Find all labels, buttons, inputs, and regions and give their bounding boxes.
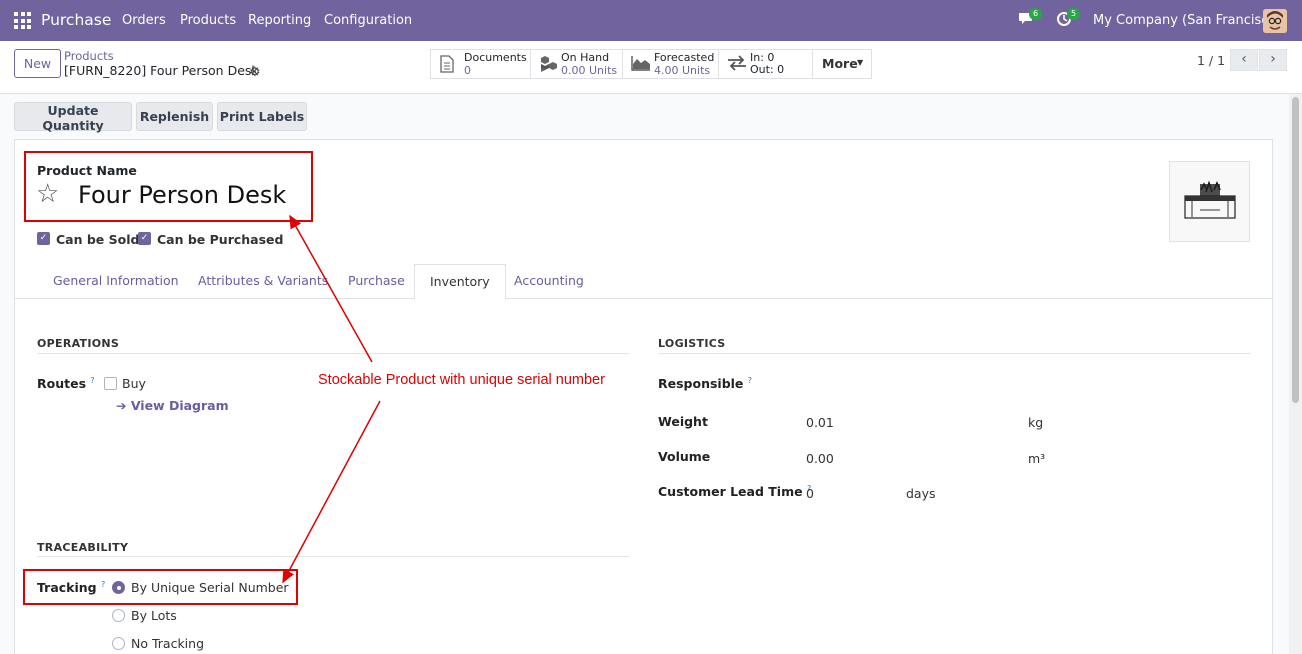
- scrollbar-thumb[interactable]: [1292, 97, 1299, 403]
- annotation-arrows: [282, 214, 381, 584]
